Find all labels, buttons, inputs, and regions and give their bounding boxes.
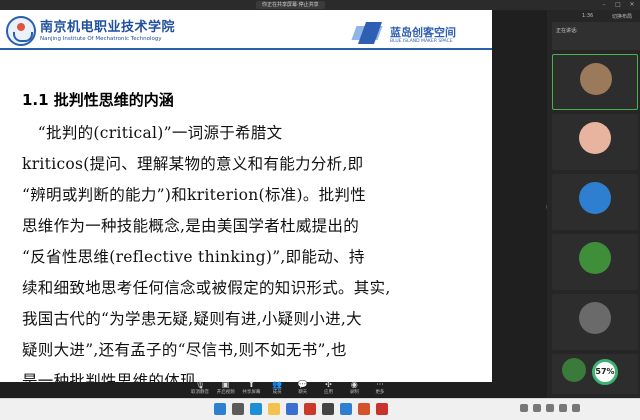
participant-tile[interactable] <box>552 54 638 110</box>
participant-tile[interactable] <box>552 234 638 290</box>
participant-tile[interactable] <box>552 294 638 350</box>
record-icon: ◉ <box>350 380 358 389</box>
mic-icon: 🎙 <box>194 380 206 389</box>
layout-switch-button[interactable]: 切换布局 <box>612 13 632 20</box>
paragraph-line: 思维作为一种技能概念,是由美国学者杜威提出的 <box>22 217 360 235</box>
school-logo-icon <box>6 16 36 46</box>
paragraph-line: kriticos(提问、理解某物的意义和有能力分析,即 <box>22 155 364 173</box>
members-icon: 👥 <box>272 380 283 389</box>
app-icon[interactable] <box>376 403 388 415</box>
window-controls: – □ ✕ <box>600 1 636 8</box>
avatar <box>579 122 611 154</box>
shared-slide: 南京机电职业技术学院 Nanjing Institute Of Mechatro… <box>0 10 492 382</box>
tray-chevron-icon[interactable] <box>520 404 528 412</box>
avatar <box>579 302 611 334</box>
school-name-en: Nanjing Institute Of Mechatronic Technol… <box>40 36 162 42</box>
minimize-icon[interactable]: – <box>600 1 608 8</box>
paragraph-line: “反省性思维(reflective thinking)”,即能动、持 <box>22 248 365 266</box>
store-icon[interactable] <box>286 403 298 415</box>
toolbar-members-button[interactable]: 👥 成员 <box>267 380 287 398</box>
maker-space-name: 蓝岛创客空间 <box>390 26 456 39</box>
paragraph-line: 疑则大进”,还有孟子的“尽信书,则不如无书”,也 <box>22 341 347 359</box>
toolbar-share-button[interactable]: ⬆ 共享屏幕 <box>241 380 261 398</box>
windows-taskbar <box>0 398 640 420</box>
participant-tile[interactable] <box>552 114 638 170</box>
sharing-status-tag[interactable]: 你正在共享屏幕·停止共享 <box>256 1 325 9</box>
header-divider <box>0 48 492 50</box>
file-explorer-icon[interactable] <box>268 403 280 415</box>
toolbar-mute-button[interactable]: 🎙 取消静音 <box>190 380 210 398</box>
speaking-label: 正在讲话: <box>556 28 578 34</box>
taskbar-icons <box>214 403 388 415</box>
start-icon[interactable] <box>214 403 226 415</box>
chat-icon: 💬 <box>297 380 308 389</box>
paragraph-line: 续和细致地思考任何信念或被假定的知识形式。其实, <box>22 279 391 297</box>
toolbar-video-button[interactable]: ▣ 开启视频 <box>216 380 236 398</box>
maker-space-name-en: BLUE ISLAND MAKER SPACE <box>390 39 453 44</box>
avatar <box>562 358 586 382</box>
toolbar-more-button[interactable]: ··· 更多 <box>370 380 390 398</box>
close-icon[interactable]: ✕ <box>628 1 636 8</box>
participant-tile[interactable] <box>552 174 638 230</box>
search-icon[interactable] <box>232 403 244 415</box>
apps-icon: ✣ <box>325 380 332 389</box>
input-method-icon[interactable] <box>572 404 580 412</box>
app-icon[interactable] <box>322 403 334 415</box>
system-tray <box>520 404 580 412</box>
toolbar-apps-button[interactable]: ✣ 应用 <box>319 380 339 398</box>
volume-icon[interactable] <box>546 404 554 412</box>
paragraph-line: “批判的(critical)”一词源于希腊文 <box>22 124 283 142</box>
section-title: 1.1 批判性思维的内涵 <box>22 91 174 109</box>
more-icon: ··· <box>376 380 384 389</box>
powerpoint-icon[interactable] <box>358 403 370 415</box>
toolbar-record-button[interactable]: ◉ 录制 <box>344 380 364 398</box>
cpu-usage-indicator: 57% <box>592 359 618 385</box>
paragraph-line: 我国古代的“为学患无疑,疑则有进,小疑则小进,大 <box>22 310 362 328</box>
edge-browser-icon[interactable] <box>250 403 262 415</box>
school-name: 南京机电职业技术学院 <box>40 20 176 35</box>
share-screen-icon: ⬆ <box>248 380 255 389</box>
meeting-app-icon[interactable] <box>340 403 352 415</box>
meeting-duration: 1:36 <box>582 13 594 19</box>
camera-icon: ▣ <box>221 380 230 389</box>
maximize-icon[interactable]: □ <box>614 1 622 8</box>
screen: 你正在共享屏幕·停止共享 – □ ✕ 南京机电职业技术学院 Nanjing In… <box>0 0 640 420</box>
window-title-bar: 你正在共享屏幕·停止共享 – □ ✕ <box>0 0 640 10</box>
network-icon[interactable] <box>533 404 541 412</box>
toolbar-chat-button[interactable]: 💬 聊天 <box>293 380 313 398</box>
maker-space-logo-icon <box>351 22 386 44</box>
avatar <box>580 63 612 95</box>
avatar <box>579 182 611 214</box>
paragraph-line: “辨明或判断的能力”)和kriterion(标准)。批判性 <box>22 186 367 204</box>
app-icon[interactable] <box>304 403 316 415</box>
meeting-toolbar: 🎙 取消静音 ▣ 开启视频 ⬆ 共享屏幕 👥 成员 💬 聊天 ✣ 应用 ◉ 录制 ··· 更多 <box>190 380 390 398</box>
battery-icon[interactable] <box>559 404 567 412</box>
avatar <box>579 242 611 274</box>
